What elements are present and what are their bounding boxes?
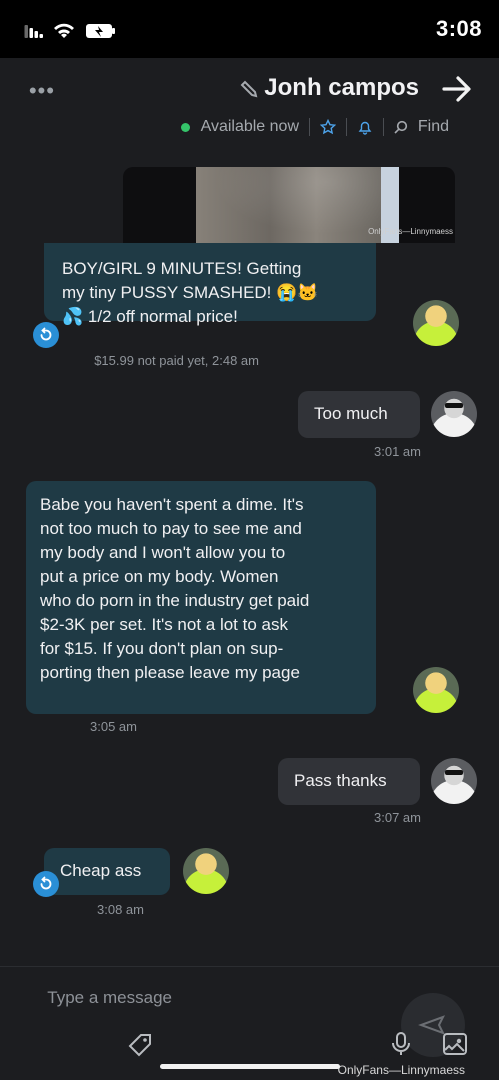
message-bubble-outgoing[interactable]: Too much xyxy=(298,391,420,438)
bell-icon[interactable] xyxy=(357,119,373,135)
back-arrow-icon[interactable] xyxy=(440,74,474,104)
home-indicator[interactable] xyxy=(160,1064,340,1069)
image-attach-icon[interactable] xyxy=(441,1030,469,1058)
media-image xyxy=(196,167,381,243)
message-text: Babe you haven't spent a dime. It's not … xyxy=(40,495,310,682)
my-avatar[interactable] xyxy=(431,391,477,437)
ppv-unlock-icon[interactable] xyxy=(33,322,59,348)
message-meta: 3:08 am xyxy=(97,902,144,917)
media-watermark: OnlyFans—Linnymaess xyxy=(368,227,453,236)
edit-pencil-icon[interactable] xyxy=(238,78,260,100)
message-meta: 3:07 am xyxy=(374,810,421,825)
message-bubble-incoming[interactable]: Babe you haven't spent a dime. It's not … xyxy=(26,481,376,714)
contact-name[interactable]: Jonh campos xyxy=(264,74,419,102)
message-meta: $15.99 not paid yet, 2:48 am xyxy=(94,353,259,368)
signal-icon xyxy=(24,25,43,38)
wifi-icon xyxy=(54,23,74,38)
sender-avatar[interactable] xyxy=(413,667,459,713)
my-avatar[interactable] xyxy=(431,758,477,804)
footer-watermark: OnlyFans—Linnymaess xyxy=(337,1063,465,1077)
message-text: Cheap ass xyxy=(60,861,142,880)
find-button[interactable]: Find xyxy=(418,118,449,136)
online-dot xyxy=(181,122,191,132)
microphone-icon[interactable] xyxy=(387,1030,415,1058)
chat-header: Jonh campos ••• Available now Find xyxy=(0,58,499,150)
header-subrow: Available now Find xyxy=(181,115,449,139)
status-icons xyxy=(23,20,115,42)
message-meta: 3:01 am xyxy=(374,444,421,459)
status-time: 3:08 xyxy=(435,16,482,41)
message-text: BOY/GIRL 9 MINUTES! Getting my tiny PUSS… xyxy=(62,259,319,326)
sender-avatar[interactable] xyxy=(183,848,229,894)
ppv-unlock-icon[interactable] xyxy=(33,871,59,897)
message-input[interactable]: Type a message xyxy=(27,988,172,1008)
more-options-icon[interactable]: ••• xyxy=(28,78,54,104)
message-text: Pass thanks xyxy=(294,771,387,790)
status-bar: 3:08 xyxy=(0,0,499,58)
message-media-preview[interactable]: OnlyFans—Linnymaess xyxy=(123,167,455,243)
message-bubble-incoming[interactable]: Cheap ass xyxy=(44,848,170,895)
battery-icon xyxy=(86,24,115,38)
availability-status: Available now xyxy=(200,118,299,135)
message-bubble-incoming[interactable]: BOY/GIRL 9 MINUTES! Getting my tiny PUSS… xyxy=(44,243,376,326)
sender-avatar[interactable] xyxy=(413,300,459,346)
message-meta: 3:05 am xyxy=(90,719,137,734)
mirrored-screen: 3:08 Jonh campos ••• Available now Find … xyxy=(0,0,499,1080)
message-bubble-outgoing[interactable]: Pass thanks xyxy=(278,758,420,805)
search-icon[interactable] xyxy=(394,120,408,134)
price-tag-icon[interactable] xyxy=(126,1030,154,1058)
message-text: Too much xyxy=(314,404,388,423)
star-icon[interactable] xyxy=(319,119,336,135)
